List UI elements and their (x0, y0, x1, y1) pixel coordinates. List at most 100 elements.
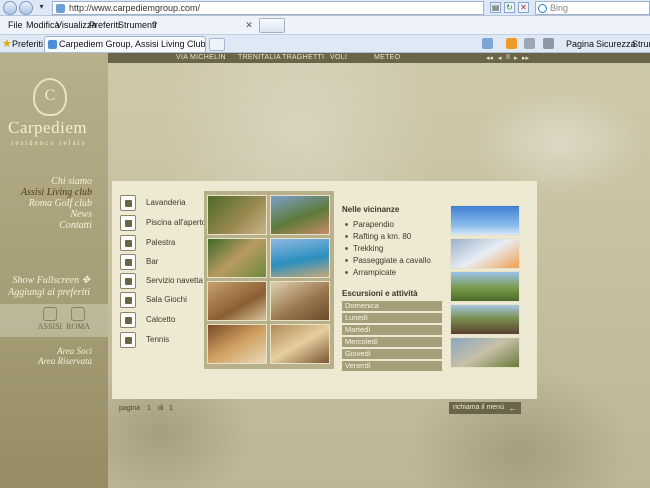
gallery-photo[interactable] (270, 238, 330, 278)
gallery-photo[interactable] (207, 324, 267, 364)
fullscreen-link[interactable]: Show Fullscreen ✥ (13, 275, 90, 286)
top-navigation: VIA MICHELIN TRENITALIA TRAGHETTI VOLI M… (108, 53, 650, 63)
dropdown-arrow-icon[interactable]: ▾ (36, 2, 47, 13)
url-input[interactable]: http://www.carpediemgroup.com/ (52, 1, 484, 15)
favorites-label[interactable]: Preferiti (12, 39, 43, 49)
mail-icon[interactable] (524, 38, 535, 49)
new-tab-button[interactable] (209, 38, 225, 51)
player-forward-icon[interactable]: ▸▸ (522, 54, 529, 62)
menu-file[interactable]: File (8, 20, 23, 30)
menu-preferiti[interactable]: Preferiti (89, 20, 120, 30)
logo-emblem: C (33, 78, 67, 116)
partner-logos: ASSISI ROMA (0, 304, 108, 337)
link-voli[interactable]: VOLI (330, 54, 347, 61)
menu-sicurezza[interactable]: Sicurezza (596, 39, 636, 49)
back-to-menu-button[interactable]: richiama il menù ← (449, 402, 521, 414)
amenity-tennis: Tennis (120, 332, 205, 349)
nav-roma-golf-club[interactable]: Roma Golf club (29, 198, 92, 209)
tab-title: Carpediem Group, Assisi Living Club, Rom… (59, 39, 206, 49)
logo-name[interactable]: Carpediem (8, 118, 87, 138)
menu-help[interactable]: ? (152, 20, 157, 30)
browser-tab[interactable]: Carpediem Group, Assisi Living Club, Rom… (44, 36, 206, 52)
amenity-label: Piscina all'aperto (146, 218, 207, 227)
amenity-bar: Bar (120, 254, 205, 271)
gym-icon (120, 235, 136, 251)
link-via-michelin[interactable]: VIA MICHELIN (176, 54, 226, 61)
day-martedi[interactable]: Martedì (342, 325, 442, 335)
nav-chi-siamo[interactable]: Chi siamo (51, 176, 92, 187)
football-icon (120, 312, 136, 328)
day-venerdi[interactable]: Venerdì (342, 361, 442, 371)
day-lunedi[interactable]: Lunedì (342, 313, 442, 323)
logo-monogram: C (44, 87, 56, 104)
back-to-menu-label: richiama il menù (453, 404, 504, 411)
player-pause-icon[interactable]: II (506, 54, 510, 61)
gallery-photo[interactable] (270, 195, 330, 235)
nearby-item: Rafting a km. 80 (344, 232, 412, 241)
pager-total[interactable]: 1 (169, 405, 173, 412)
player-rewind-icon[interactable]: ◂◂ (486, 54, 493, 62)
gallery-photo[interactable] (270, 324, 330, 364)
favorites-star-icon[interactable]: ★ (2, 37, 12, 50)
search-input[interactable]: Bing (535, 1, 650, 15)
activity-photo-climbing[interactable] (450, 337, 520, 368)
fullscreen-icon: ✥ (81, 275, 90, 286)
player-prev-icon[interactable]: ◂ (498, 54, 502, 62)
day-domenica[interactable]: Domenica (342, 301, 442, 311)
toolbar-options-button[interactable] (259, 18, 285, 33)
nav-contatti[interactable]: Contatti (59, 220, 92, 231)
nav-news[interactable]: News (70, 209, 92, 220)
sidebar: C Carpediem residence relais Chi siamo A… (0, 53, 108, 488)
add-favorites-link[interactable]: Aggiungi ai preferiti (8, 287, 90, 298)
player-next-icon[interactable]: ▸ (514, 54, 518, 62)
gallery-photo[interactable] (207, 195, 267, 235)
rss-icon[interactable] (506, 38, 517, 49)
gallery-photo[interactable] (207, 281, 267, 321)
arrow-left-icon: ← (508, 403, 517, 413)
menu-pagina[interactable]: Pagina (566, 39, 594, 49)
menu-modifica[interactable]: Modifica (26, 20, 60, 30)
activity-photo-paragliding[interactable] (450, 205, 520, 236)
link-traghetti[interactable]: TRAGHETTI (282, 54, 324, 61)
menu-strumenti-cmd[interactable]: Strumenti (632, 39, 650, 49)
link-trenitalia[interactable]: TRENITALIA (238, 54, 281, 61)
close-icon[interactable]: ✕ (243, 19, 255, 31)
link-meteo[interactable]: METEO (374, 54, 400, 61)
nav-area-riservata[interactable]: Area Riservata (38, 356, 92, 366)
excursions-title: Escursioni e attività (342, 289, 418, 298)
activity-photo-horse[interactable] (450, 304, 520, 335)
favorites-bar: ★ Preferiti Carpediem Group, Assisi Livi… (0, 35, 650, 53)
page-icon (56, 4, 65, 13)
stop-icon[interactable]: ✕ (518, 2, 529, 13)
back-button[interactable] (3, 1, 17, 15)
menu-strumenti[interactable]: Strumenti (118, 20, 157, 30)
games-icon (120, 292, 136, 308)
nav-area-soci[interactable]: Area Soci (57, 346, 92, 356)
logo-subtitle: residence relais (11, 139, 87, 147)
search-placeholder: Bing (550, 3, 569, 13)
amenity-label: Servizio navetta (146, 276, 203, 285)
gallery-photo[interactable] (270, 281, 330, 321)
gallery-photo[interactable] (207, 238, 267, 278)
home-icon[interactable] (482, 38, 493, 49)
refresh-icon[interactable]: ↻ (504, 2, 515, 13)
nearby-item: Arrampicate (344, 268, 397, 277)
activity-photo-trekking[interactable] (450, 271, 520, 302)
day-giovedi[interactable]: Giovedì (342, 349, 442, 359)
compatibility-icon[interactable]: ▤ (490, 2, 501, 13)
amenity-label: Bar (146, 257, 159, 266)
laundry-icon (120, 195, 136, 211)
tab-page-icon (48, 40, 57, 49)
amenity-sala-giochi: Sala Giochi (120, 292, 205, 309)
forward-button[interactable] (19, 1, 33, 15)
amenity-calcetto: Calcetto (120, 312, 205, 329)
nav-assisi-living-club[interactable]: Assisi Living club (21, 187, 92, 198)
day-mercoledi[interactable]: Mercoledì (342, 337, 442, 347)
activity-photo-rafting[interactable] (450, 238, 520, 269)
amenity-label: Sala Giochi (146, 295, 187, 304)
url-text: http://www.carpediemgroup.com/ (69, 3, 201, 13)
pager-current[interactable]: 1 (147, 405, 151, 412)
partner-roma[interactable]: ROMA (58, 307, 98, 335)
nearby-title: Nelle vicinanze (342, 205, 400, 214)
print-icon[interactable] (543, 38, 554, 49)
